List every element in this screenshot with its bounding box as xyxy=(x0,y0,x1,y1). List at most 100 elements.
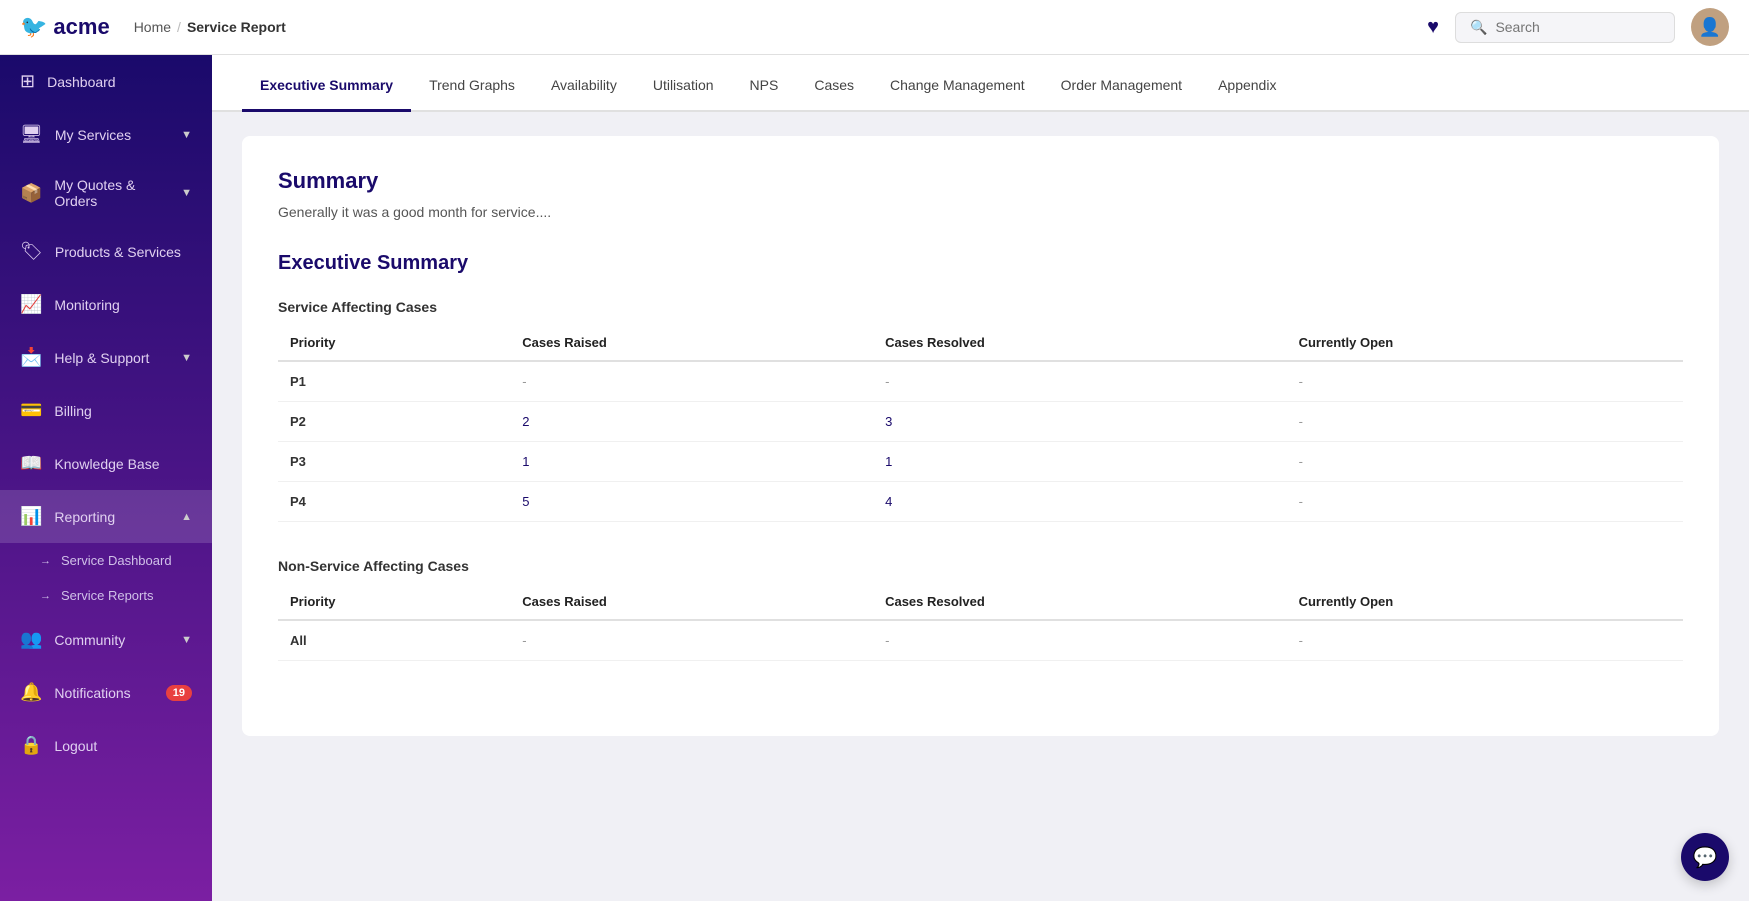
sidebar-item-monitoring[interactable]: 📈 Monitoring xyxy=(0,278,212,331)
chevron-up-icon: ▲ xyxy=(181,511,192,523)
search-icon: 🔍 xyxy=(1470,19,1487,36)
sidebar-item-reporting[interactable]: 📊 Reporting ▲ xyxy=(0,490,212,543)
sidebar-item-my-quotes-orders[interactable]: 📦 My Quotes & Orders ▼ xyxy=(0,161,212,225)
tabs-bar: Executive Summary Trend Graphs Availabil… xyxy=(212,55,1749,112)
sidebar-item-notifications[interactable]: 🔔 Notifications 19 xyxy=(0,666,212,719)
sidebar-item-label: Community xyxy=(54,632,169,648)
cell-raised: - xyxy=(510,620,873,661)
cell-priority: P1 xyxy=(278,361,510,402)
cell-raised: 5 xyxy=(510,482,873,522)
breadcrumb-home[interactable]: Home xyxy=(134,19,171,35)
col-priority: Priority xyxy=(278,325,510,361)
non-service-affecting-title: Non-Service Affecting Cases xyxy=(278,558,1683,574)
search-bar[interactable]: 🔍 xyxy=(1455,12,1675,43)
search-input[interactable] xyxy=(1495,19,1660,35)
logo-bird-icon: 🐦 xyxy=(20,14,47,40)
cell-resolved: - xyxy=(873,361,1286,402)
cell-priority: All xyxy=(278,620,510,661)
col-cases-resolved: Cases Resolved xyxy=(873,325,1286,361)
content-card: Summary Generally it was a good month fo… xyxy=(242,136,1719,736)
sidebar-item-label: Knowledge Base xyxy=(54,456,192,472)
col-cases-raised: Cases Raised xyxy=(510,584,873,620)
col-currently-open: Currently Open xyxy=(1287,584,1683,620)
monitoring-icon: 📈 xyxy=(20,294,42,315)
sidebar-item-community[interactable]: 👥 Community ▼ xyxy=(0,613,212,666)
col-priority: Priority xyxy=(278,584,510,620)
products-services-icon: 🏷 xyxy=(20,241,43,262)
table-row: P3 1 1 - xyxy=(278,442,1683,482)
sidebar-item-label: Products & Services xyxy=(55,244,192,260)
tab-availability[interactable]: Availability xyxy=(533,55,635,112)
sidebar: ⊞ Dashboard 🖥 My Services ▼ 📦 My Quotes … xyxy=(0,55,212,901)
logo-text: acme xyxy=(53,14,109,40)
sidebar-subitem-service-reports[interactable]: → Service Reports xyxy=(0,578,212,613)
table-row: P1 - - - xyxy=(278,361,1683,402)
sidebar-item-label: My Services xyxy=(55,127,169,143)
table-header-row: Priority Cases Raised Cases Resolved Cur… xyxy=(278,584,1683,620)
chat-icon: 💬 xyxy=(1693,845,1718,870)
sidebar-item-products-services[interactable]: 🏷 Products & Services xyxy=(0,225,212,278)
tab-utilisation[interactable]: Utilisation xyxy=(635,55,732,112)
exec-summary-title: Executive Summary xyxy=(278,252,1683,275)
sidebar-item-knowledge-base[interactable]: 📖 Knowledge Base xyxy=(0,437,212,490)
logo[interactable]: 🐦 acme xyxy=(20,14,110,40)
tab-executive-summary[interactable]: Executive Summary xyxy=(242,55,411,112)
chevron-down-icon: ▼ xyxy=(181,634,192,646)
tab-change-management[interactable]: Change Management xyxy=(872,55,1043,112)
sidebar-item-logout[interactable]: 🔒 Logout xyxy=(0,719,212,772)
tab-order-management[interactable]: Order Management xyxy=(1043,55,1200,112)
chat-bubble[interactable]: 💬 xyxy=(1681,833,1729,881)
cell-open: - xyxy=(1287,620,1683,661)
sidebar-subitem-label: Service Dashboard xyxy=(61,553,172,568)
sidebar-item-billing[interactable]: 💳 Billing xyxy=(0,384,212,437)
favorite-icon[interactable]: ♥ xyxy=(1427,16,1439,39)
col-cases-raised: Cases Raised xyxy=(510,325,873,361)
summary-title: Summary xyxy=(278,168,1683,194)
cell-open: - xyxy=(1287,361,1683,402)
sidebar-item-label: Billing xyxy=(54,403,192,419)
tab-cases[interactable]: Cases xyxy=(796,55,872,112)
cell-resolved: 4 xyxy=(873,482,1286,522)
cell-resolved: 1 xyxy=(873,442,1286,482)
sidebar-item-label: Help & Support xyxy=(54,350,169,366)
quotes-orders-icon: 📦 xyxy=(20,183,42,204)
col-cases-resolved: Cases Resolved xyxy=(873,584,1286,620)
sidebar-item-label: Monitoring xyxy=(54,297,192,313)
sidebar-subitem-service-dashboard[interactable]: → Service Dashboard xyxy=(0,543,212,578)
reporting-icon: 📊 xyxy=(20,506,42,527)
service-affecting-title: Service Affecting Cases xyxy=(278,299,1683,315)
sidebar-item-label: My Quotes & Orders xyxy=(54,177,169,209)
tab-appendix[interactable]: Appendix xyxy=(1200,55,1294,112)
table-row: All - - - xyxy=(278,620,1683,661)
non-service-affecting-table: Priority Cases Raised Cases Resolved Cur… xyxy=(278,584,1683,661)
sidebar-subitem-label: Service Reports xyxy=(61,588,153,603)
non-service-affecting-section: Non-Service Affecting Cases Priority Cas… xyxy=(278,558,1683,661)
tab-nps[interactable]: NPS xyxy=(732,55,797,112)
sidebar-item-dashboard[interactable]: ⊞ Dashboard xyxy=(0,55,212,108)
sidebar-item-label: Logout xyxy=(54,738,192,754)
notification-badge: 19 xyxy=(166,685,192,701)
sidebar-item-help-support[interactable]: 📩 Help & Support ▼ xyxy=(0,331,212,384)
arrow-right-icon: → xyxy=(40,590,51,602)
knowledge-base-icon: 📖 xyxy=(20,453,42,474)
sidebar-item-my-services[interactable]: 🖥 My Services ▼ xyxy=(0,108,212,161)
cell-priority: P3 xyxy=(278,442,510,482)
my-services-icon: 🖥 xyxy=(20,124,43,145)
chevron-down-icon: ▼ xyxy=(181,187,192,199)
notifications-icon: 🔔 xyxy=(20,682,42,703)
cell-raised: 1 xyxy=(510,442,873,482)
breadcrumb: Home / Service Report xyxy=(134,19,286,35)
cell-open: - xyxy=(1287,482,1683,522)
cell-raised: - xyxy=(510,361,873,402)
header: 🐦 acme Home / Service Report ♥ 🔍 👤 xyxy=(0,0,1749,55)
tab-trend-graphs[interactable]: Trend Graphs xyxy=(411,55,533,112)
header-right: ♥ 🔍 👤 xyxy=(1427,8,1729,46)
billing-icon: 💳 xyxy=(20,400,42,421)
community-icon: 👥 xyxy=(20,629,42,650)
logout-icon: 🔒 xyxy=(20,735,42,756)
table-row: P4 5 4 - xyxy=(278,482,1683,522)
service-affecting-table: Priority Cases Raised Cases Resolved Cur… xyxy=(278,325,1683,522)
cell-priority: P4 xyxy=(278,482,510,522)
table-header-row: Priority Cases Raised Cases Resolved Cur… xyxy=(278,325,1683,361)
avatar[interactable]: 👤 xyxy=(1691,8,1729,46)
